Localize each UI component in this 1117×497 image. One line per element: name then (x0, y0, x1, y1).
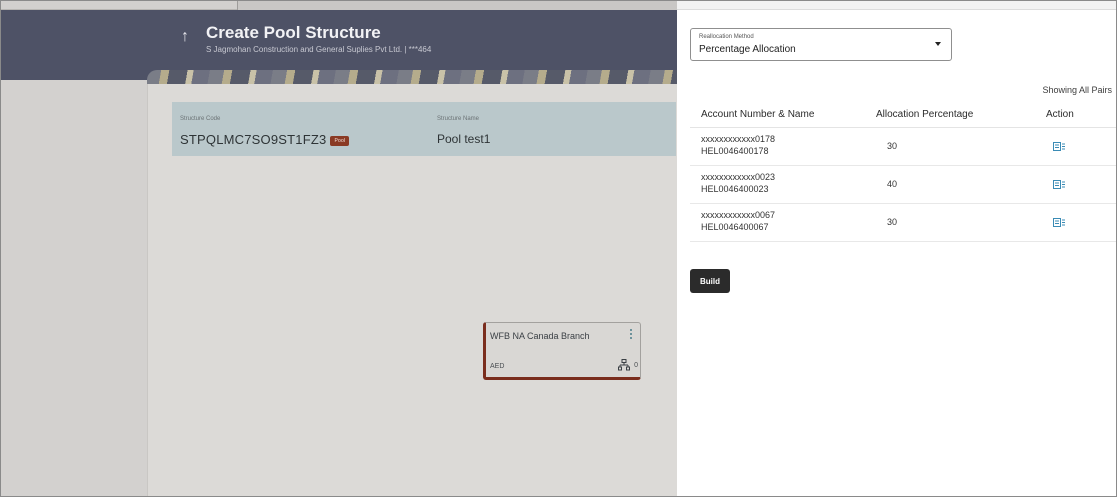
showing-pairs-text: Showing All Pairs (1042, 85, 1112, 95)
edit-details-icon[interactable] (1053, 180, 1065, 189)
table-row: xxxxxxxxxxxx0023 HEL0046400023 40 (690, 166, 1116, 204)
hierarchy-icon[interactable] (618, 359, 630, 371)
table-row: xxxxxxxxxxxx0178 HEL0046400178 30 (690, 128, 1116, 166)
top-strip (1, 1, 677, 10)
left-gutter (1, 80, 147, 496)
structure-code-text: STPQLMC7SO9ST1FZ3 (180, 132, 327, 147)
allocation-percentage: 30 (887, 141, 898, 151)
edit-details-icon[interactable] (1053, 142, 1065, 151)
reallocation-method-label: Reallocation Method (699, 34, 754, 40)
header-pattern (147, 70, 677, 84)
account-name: HEL0046400023 (701, 184, 769, 194)
branch-child-count: 0 (634, 362, 638, 369)
structure-name-label: Structure Name (437, 116, 480, 122)
account-number: xxxxxxxxxxxx0023 (701, 172, 776, 182)
account-name: HEL0046400067 (701, 222, 769, 232)
structure-name-value: Pool test1 (437, 132, 491, 146)
background-page: ↑ Create Pool Structure S Jagmohan Const… (1, 1, 677, 496)
structure-info-bar (172, 102, 676, 156)
column-header-account: Account Number & Name (701, 109, 815, 120)
tab-strip (237, 1, 677, 10)
build-button[interactable]: Build (690, 269, 730, 293)
branch-currency: AED (490, 363, 505, 370)
arrow-up-icon[interactable]: ↑ (181, 28, 189, 46)
reallocation-method-select[interactable]: Reallocation Method Percentage Allocatio… (690, 28, 952, 61)
branch-node-card[interactable]: WFB NA Canada Branch AED 0 (483, 322, 641, 380)
table-row: xxxxxxxxxxxx0067 HEL0046400067 30 (690, 204, 1116, 242)
allocation-percentage: 40 (887, 179, 898, 189)
panel-top-strip (677, 1, 1116, 10)
allocation-panel: Reallocation Method Percentage Allocatio… (677, 1, 1116, 496)
chevron-down-icon[interactable] (935, 42, 941, 46)
account-number: xxxxxxxxxxxx0178 (701, 134, 776, 144)
column-header-action: Action (1046, 109, 1074, 120)
structure-code-value: STPQLMC7SO9ST1FZ3 Pool (180, 132, 350, 147)
reallocation-method-value: Percentage Allocation (699, 44, 796, 55)
pool-badge: Pool (330, 135, 350, 146)
page-subtitle: S Jagmohan Construction and General Supl… (206, 45, 432, 54)
page-title: Create Pool Structure (206, 23, 381, 42)
allocation-percentage: 30 (887, 217, 898, 227)
kebab-menu-icon[interactable] (626, 327, 636, 343)
account-number: xxxxxxxxxxxx0067 (701, 210, 776, 220)
structure-code-label: Structure Code (180, 116, 221, 122)
branch-name: WFB NA Canada Branch (490, 331, 590, 341)
account-name: HEL0046400178 (701, 146, 769, 156)
column-header-percentage: Allocation Percentage (876, 109, 974, 120)
edit-details-icon[interactable] (1053, 218, 1065, 227)
